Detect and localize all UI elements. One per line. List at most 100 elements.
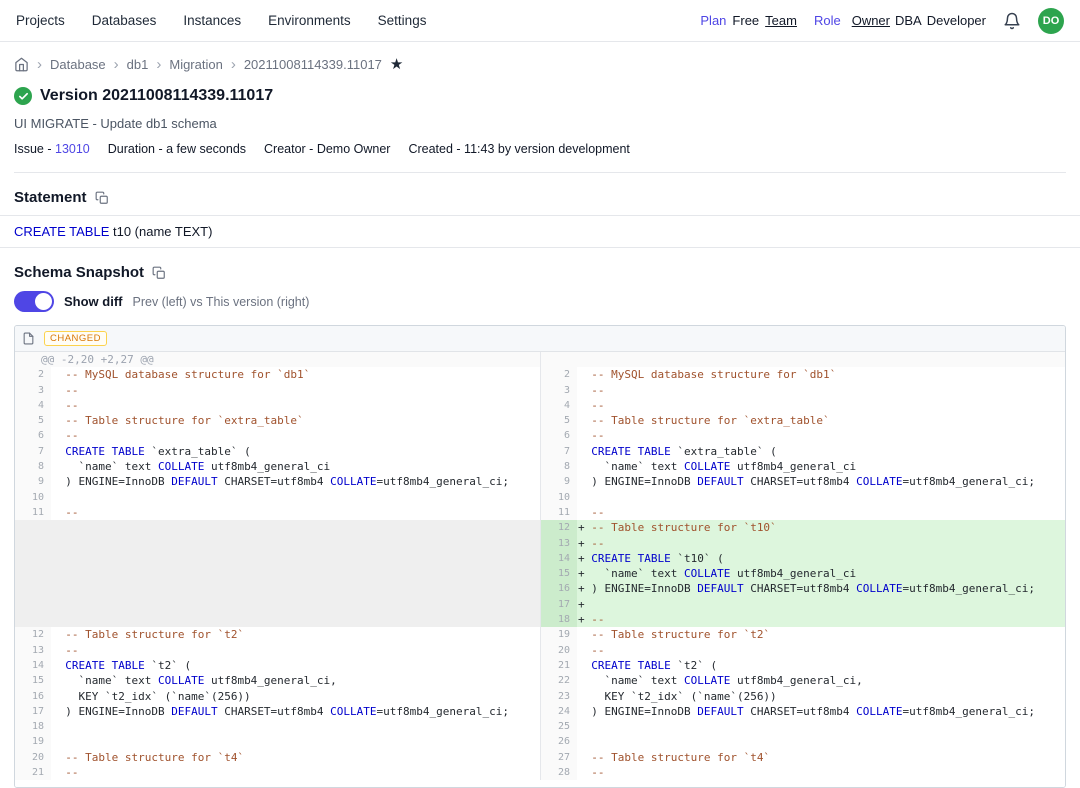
diff-toggle-row: Show diff Prev (left) vs This version (r… — [14, 291, 1066, 312]
home-icon[interactable] — [14, 57, 29, 72]
diff-prefix: + — [578, 521, 591, 534]
line-number: 24 — [541, 704, 577, 719]
diff-prefix — [578, 460, 591, 473]
toggle-knob — [35, 293, 52, 310]
code-token: -- MySQL database structure for `db1` — [65, 368, 310, 381]
plan-upgrade-link[interactable]: Team — [765, 13, 797, 28]
diff-line: 12 -- Table structure for `t2` — [15, 627, 540, 642]
code-token: CREATE TABLE — [591, 659, 670, 672]
code-text: ) ENGINE=InnoDB DEFAULT CHARSET=utf8mb4 … — [577, 704, 1065, 719]
show-diff-toggle[interactable] — [14, 291, 54, 312]
code-token: COLLATE — [684, 460, 730, 473]
chevron-right-icon: › — [37, 57, 42, 72]
code-token: CHARSET=utf8mb4 — [744, 705, 857, 718]
line-number — [15, 551, 51, 566]
line-number — [15, 520, 51, 535]
line-number: 21 — [15, 765, 51, 780]
line-number: 8 — [15, 459, 51, 474]
line-number: 4 — [15, 398, 51, 413]
statement-sql[interactable]: CREATE TABLE t10 (name TEXT) — [0, 215, 1080, 248]
diff-line — [541, 352, 1065, 367]
statement-copy-icon[interactable] — [95, 191, 109, 205]
diff-line: 10 — [15, 490, 540, 505]
diff-prefix — [578, 491, 591, 504]
code-text: `name` text COLLATE utf8mb4_general_ci, — [51, 673, 540, 688]
diff-line: 26 — [541, 734, 1065, 749]
diff-prefix — [52, 506, 65, 519]
code-token: -- — [591, 644, 604, 657]
section-divider — [14, 172, 1066, 173]
line-number: 8 — [541, 459, 577, 474]
diff-line: 21 CREATE TABLE `t2` ( — [541, 658, 1065, 673]
diff-line: 2 -- MySQL database structure for `db1` — [541, 367, 1065, 382]
code-token: DEFAULT — [171, 475, 217, 488]
user-avatar[interactable]: DO — [1038, 8, 1064, 34]
nav-item-instances[interactable]: Instances — [183, 13, 241, 28]
success-check-icon — [14, 87, 32, 105]
diff-line: 2 -- MySQL database structure for `db1` — [15, 367, 540, 382]
breadcrumb-item-20211008114339-11017[interactable]: 20211008114339.11017 — [244, 57, 382, 72]
diff-line: 11 -- — [541, 505, 1065, 520]
breadcrumb-item-database[interactable]: Database — [50, 57, 106, 72]
line-number: 18 — [15, 719, 51, 734]
code-text: + CREATE TABLE `t10` ( — [577, 551, 1065, 566]
line-number: 12 — [541, 520, 577, 535]
code-token: `extra_table` ( — [671, 445, 777, 458]
role-developer[interactable]: Developer — [927, 13, 986, 28]
plan-label[interactable]: Plan — [700, 13, 726, 28]
diff-line: @@ -2,20 +2,27 @@ — [15, 352, 540, 367]
role-label[interactable]: Role — [814, 13, 841, 28]
diff-prefix — [578, 751, 591, 764]
notification-bell-icon[interactable] — [1003, 12, 1021, 30]
diff-prefix — [578, 384, 591, 397]
role-dba[interactable]: DBA — [895, 13, 922, 28]
diff-prefix — [52, 445, 65, 458]
diff-line: 4 -- — [541, 398, 1065, 413]
line-number: 20 — [15, 750, 51, 765]
line-number: 26 — [541, 734, 577, 749]
diff-line: 19 — [15, 734, 540, 749]
line-number: 6 — [15, 428, 51, 443]
diff-prefix — [578, 735, 591, 748]
code-token: utf8mb4_general_ci — [204, 460, 330, 473]
code-text: -- — [51, 398, 540, 413]
diff-prefix — [578, 766, 591, 779]
code-text: -- — [51, 428, 540, 443]
code-token: CHARSET=utf8mb4 — [218, 475, 331, 488]
nav-item-settings[interactable]: Settings — [378, 13, 427, 28]
plan-group: Plan Free Team — [700, 13, 797, 28]
favorite-star-icon[interactable]: ★ — [390, 57, 403, 72]
diff-line: 21 -- — [15, 765, 540, 780]
issue-link[interactable]: 13010 — [55, 142, 90, 156]
code-text — [51, 719, 540, 734]
nav-item-projects[interactable]: Projects — [16, 13, 65, 28]
nav-item-databases[interactable]: Databases — [92, 13, 157, 28]
code-text — [51, 551, 540, 566]
snapshot-copy-icon[interactable] — [152, 266, 166, 280]
code-text: -- — [577, 505, 1065, 520]
sql-rest: t10 (name TEXT) — [109, 224, 212, 239]
role-owner[interactable]: Owner — [852, 13, 890, 28]
code-token: ) ENGINE=InnoDB — [591, 705, 697, 718]
version-subtitle: UI MIGRATE - Update db1 schema — [14, 116, 1066, 131]
diff-prefix — [578, 475, 591, 488]
diff-prefix — [52, 766, 65, 779]
line-number: 2 — [15, 367, 51, 382]
diff-prefix: + — [578, 598, 591, 611]
code-token: CREATE TABLE — [591, 445, 670, 458]
diff-line: 17 ) ENGINE=InnoDB DEFAULT CHARSET=utf8m… — [15, 704, 540, 719]
code-text: -- Table structure for `t2` — [51, 627, 540, 642]
code-text: -- Table structure for `t2` — [577, 627, 1065, 642]
changed-badge: CHANGED — [44, 331, 107, 346]
diff-prefix — [52, 674, 65, 687]
diff-prefix — [52, 735, 65, 748]
code-token: COLLATE — [856, 705, 902, 718]
nav-item-environments[interactable]: Environments — [268, 13, 351, 28]
diff-line — [15, 566, 540, 581]
code-token: -- Table structure for `t4` — [65, 751, 244, 764]
breadcrumb-item-migration[interactable]: Migration — [169, 57, 222, 72]
show-diff-label: Show diff — [64, 294, 123, 309]
diff-line: 5 -- Table structure for `extra_table` — [541, 413, 1065, 428]
code-text: -- MySQL database structure for `db1` — [51, 367, 540, 382]
breadcrumb-item-db1[interactable]: db1 — [127, 57, 149, 72]
